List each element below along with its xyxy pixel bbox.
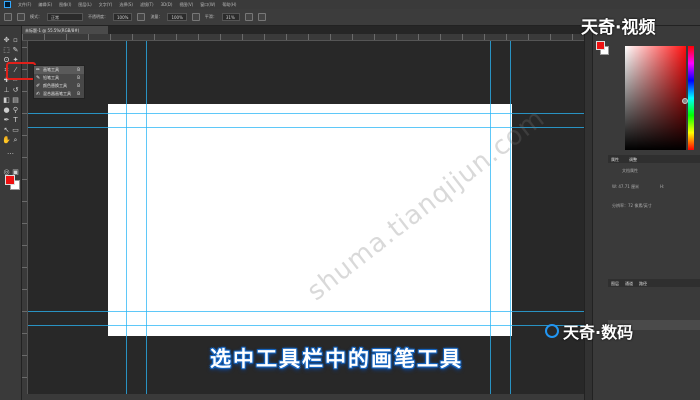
menu-window[interactable]: 窗口(W)	[200, 2, 215, 8]
menu-view[interactable]: 视图(V)	[179, 2, 193, 8]
smooth-label: 平滑：	[204, 14, 217, 19]
brand-circle-icon	[545, 324, 559, 338]
hue-slider[interactable]	[688, 46, 694, 150]
flyout-item-color-replacement[interactable]: ✐ 颜色替换工具 B	[34, 82, 84, 90]
shape-icon[interactable]: ▭	[11, 126, 20, 135]
stamp-icon[interactable]: ⊥	[2, 86, 11, 95]
hand-icon[interactable]: ✋	[2, 136, 11, 145]
menu-type[interactable]: 文字(Y)	[99, 2, 113, 8]
height-value: H:	[660, 184, 665, 189]
panel-icon-strip	[584, 26, 592, 400]
menu-edit[interactable]: 编辑(E)	[38, 2, 52, 8]
pencil-icon: ✎	[36, 75, 41, 81]
menu-help[interactable]: 帮助(H)	[222, 2, 236, 8]
menu-file[interactable]: 文件(F)	[18, 2, 31, 8]
mixer-brush-icon: ✍	[36, 91, 41, 97]
flyout-item-brush[interactable]: ✏ 画笔工具 B	[34, 66, 84, 74]
path-select-icon[interactable]: ↖	[2, 126, 11, 135]
symmetry-icon[interactable]	[257, 13, 266, 21]
photoshop-window: 文件(F) 编辑(E) 图像(I) 图层(L) 文字(Y) 选择(S) 滤镜(T…	[0, 0, 700, 400]
panel-foreground-swatch[interactable]	[596, 41, 605, 50]
marquee-icon[interactable]: ⬚	[2, 46, 11, 55]
tab-adjustments[interactable]: 调整	[629, 157, 637, 162]
brand-logo-top: 天奇·视频	[581, 18, 656, 38]
flyout-item-pencil[interactable]: ✎ 铅笔工具 B	[34, 74, 84, 82]
mode-select[interactable]: 正常	[47, 13, 83, 21]
quick-select-icon[interactable]: ✎	[11, 46, 20, 55]
menu-filter[interactable]: 滤镜(T)	[140, 2, 154, 8]
text-icon[interactable]: T	[11, 116, 20, 125]
ruler-horizontal[interactable]	[22, 34, 584, 41]
guide-horizontal[interactable]	[28, 113, 584, 114]
document-tab[interactable]: 未标题-1 @ 55.5%(RGB/8#)	[22, 26, 108, 34]
menu-bar: 文件(F) 编辑(E) 图像(I) 图层(L) 文字(Y) 选择(S) 滤镜(T…	[0, 0, 700, 9]
photoshop-logo-icon	[4, 1, 11, 8]
color-replace-icon: ✐	[36, 83, 41, 89]
gear-icon[interactable]	[244, 13, 253, 21]
screen-mode-icon[interactable]: ▣	[11, 168, 20, 177]
pressure-opacity-icon[interactable]	[137, 13, 146, 21]
brand-bottom-text: 天奇·数码	[563, 323, 634, 342]
flyout-item-mixer-brush[interactable]: ✍ 混合器画笔工具 B	[34, 90, 84, 98]
opacity-label: 不透明度：	[88, 14, 108, 19]
menu-layer[interactable]: 图层(L)	[78, 2, 91, 8]
blur-icon[interactable]: ●	[2, 106, 11, 115]
brush-icon: ✏	[36, 67, 41, 73]
menu-select[interactable]: 选择(S)	[119, 2, 133, 8]
brand-logo-bottom: 天奇·数码	[545, 319, 633, 343]
gradient-icon[interactable]: ▤	[11, 96, 20, 105]
guide-horizontal[interactable]	[28, 311, 584, 312]
doc-properties-label: 文档属性	[622, 168, 638, 173]
guide-vertical[interactable]	[510, 41, 511, 400]
tab-paths[interactable]: 路径	[639, 281, 647, 286]
tab-layers[interactable]: 图层	[611, 281, 619, 286]
width-value: W: 47.71 厘米	[612, 184, 640, 189]
flow-field[interactable]: 100%	[167, 13, 187, 21]
move-icon[interactable]: ✥	[2, 36, 11, 45]
document-canvas[interactable]	[108, 104, 512, 336]
more-tools-icon[interactable]: …	[6, 148, 15, 157]
airbrush-icon[interactable]	[191, 13, 200, 21]
guide-vertical[interactable]	[146, 41, 147, 400]
properties-panel-header: 属性 调整	[608, 155, 700, 163]
menu-3d[interactable]: 3D(D)	[161, 2, 173, 7]
resolution-value: 分辨率：72 像素/英寸	[612, 203, 652, 208]
zoom-icon[interactable]: ⌕	[11, 136, 20, 145]
mode-label: 模式：	[30, 14, 42, 19]
brush-tool-flyout: ✏ 画笔工具 B ✎ 铅笔工具 B ✐ 颜色替换工具 B ✍ 混合器画笔工具 B	[33, 65, 85, 99]
tools-panel: ✥ ▫ ⬚ ✎ ʘ ✦ ⌗ ⁄ ✚ ✏ ⊥ ↺ ◧ ▤ ● ⚲ ✒ T ↖ ▭ …	[0, 26, 22, 400]
opacity-field[interactable]: 100%	[113, 13, 133, 21]
menu-image[interactable]: 图像(I)	[59, 2, 71, 8]
eraser-icon[interactable]: ◧	[2, 96, 11, 105]
quick-mask-icon[interactable]: ◎	[2, 168, 11, 177]
smooth-field[interactable]: 31%	[221, 13, 240, 21]
guide-vertical[interactable]	[490, 41, 491, 400]
artboard-icon[interactable]: ▫	[11, 36, 20, 45]
guide-horizontal[interactable]	[28, 325, 584, 326]
dodge-icon[interactable]: ⚲	[11, 106, 20, 115]
brush-preset-icon[interactable]	[4, 13, 12, 21]
status-bar	[22, 394, 584, 400]
color-picker-field[interactable]	[625, 46, 686, 150]
color-picker-handle[interactable]	[682, 98, 688, 104]
video-subtitle: 选中工具栏中的画笔工具	[210, 347, 463, 371]
tab-channels[interactable]: 通道	[625, 281, 633, 286]
flow-label: 流量：	[150, 14, 163, 19]
tab-properties[interactable]: 属性	[611, 157, 619, 162]
guide-vertical[interactable]	[126, 41, 127, 400]
pen-icon[interactable]: ✒	[2, 116, 11, 125]
history-brush-icon[interactable]: ↺	[11, 86, 20, 95]
brush-settings-icon[interactable]	[17, 13, 25, 21]
brush-tool-highlight	[6, 62, 36, 80]
layers-panel-header: 图层 通道 路径	[608, 279, 700, 287]
